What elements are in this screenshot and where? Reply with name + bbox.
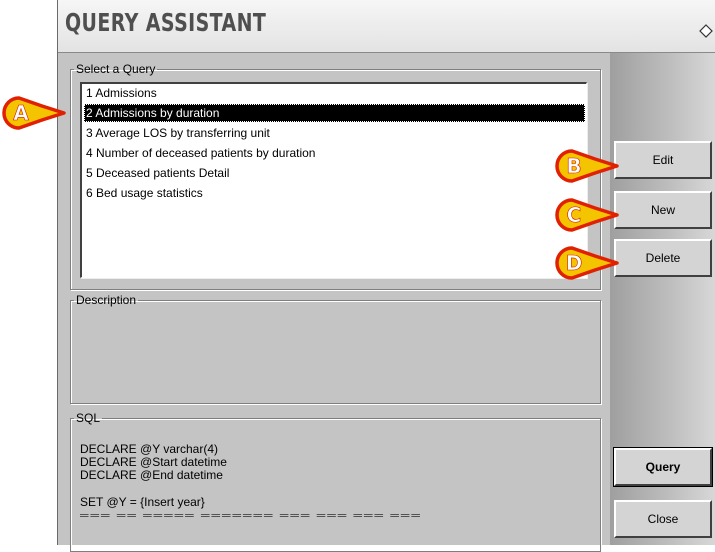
title-bar: QUERY ASSISTANT <box>58 0 715 53</box>
callout-b-label: B <box>566 154 581 178</box>
new-button-label: New <box>650 203 675 217</box>
diamond-icon[interactable] <box>699 24 713 38</box>
edit-button-label: Edit <box>652 153 674 167</box>
sql-line-partial: ═══ ══ ═════ ═══════ ═══ ═══ ═══ ═══ <box>80 508 422 522</box>
callout-c-label: C <box>567 203 582 227</box>
callout-b-marker: B <box>555 149 619 183</box>
description-legend: Description <box>76 293 137 307</box>
select-query-legend: Select a Query <box>76 62 156 76</box>
close-button[interactable]: Close <box>614 500 712 538</box>
query-listbox[interactable]: 1 Admissions 2 Admissions by duration 3 … <box>80 82 587 278</box>
delete-button-label: Delete <box>645 251 681 265</box>
callout-d-marker: D <box>555 246 619 280</box>
query-item-6[interactable]: 6 Bed usage statistics <box>84 184 585 202</box>
window-title: QUERY ASSISTANT <box>65 8 267 37</box>
delete-button[interactable]: Delete <box>614 239 712 277</box>
close-button-label: Close <box>647 512 679 526</box>
callout-a-label: A <box>13 101 29 125</box>
query-button[interactable]: Query <box>613 447 713 487</box>
sql-text-area[interactable]: DECLARE @Y varchar(4) DECLARE @Start dat… <box>80 443 590 523</box>
query-item-2-selected[interactable]: 2 Admissions by duration <box>84 104 585 122</box>
query-item-1[interactable]: 1 Admissions <box>84 84 585 102</box>
new-button[interactable]: New <box>614 191 712 229</box>
query-item-4[interactable]: 4 Number of deceased patients by duratio… <box>84 144 585 162</box>
sql-line: DECLARE @End datetime <box>80 468 223 482</box>
description-group: Description <box>70 293 601 404</box>
callout-c-marker: C <box>555 198 619 232</box>
callout-d-label: D <box>566 251 583 275</box>
query-item-3[interactable]: 3 Average LOS by transferring unit <box>84 124 585 142</box>
sql-line-blank <box>80 482 590 496</box>
query-item-5[interactable]: 5 Deceased patients Detail <box>84 164 585 182</box>
query-button-label: Query <box>645 460 681 474</box>
edit-button[interactable]: Edit <box>614 141 712 179</box>
callout-a-marker: A <box>2 96 66 130</box>
sql-legend: SQL <box>76 411 101 425</box>
